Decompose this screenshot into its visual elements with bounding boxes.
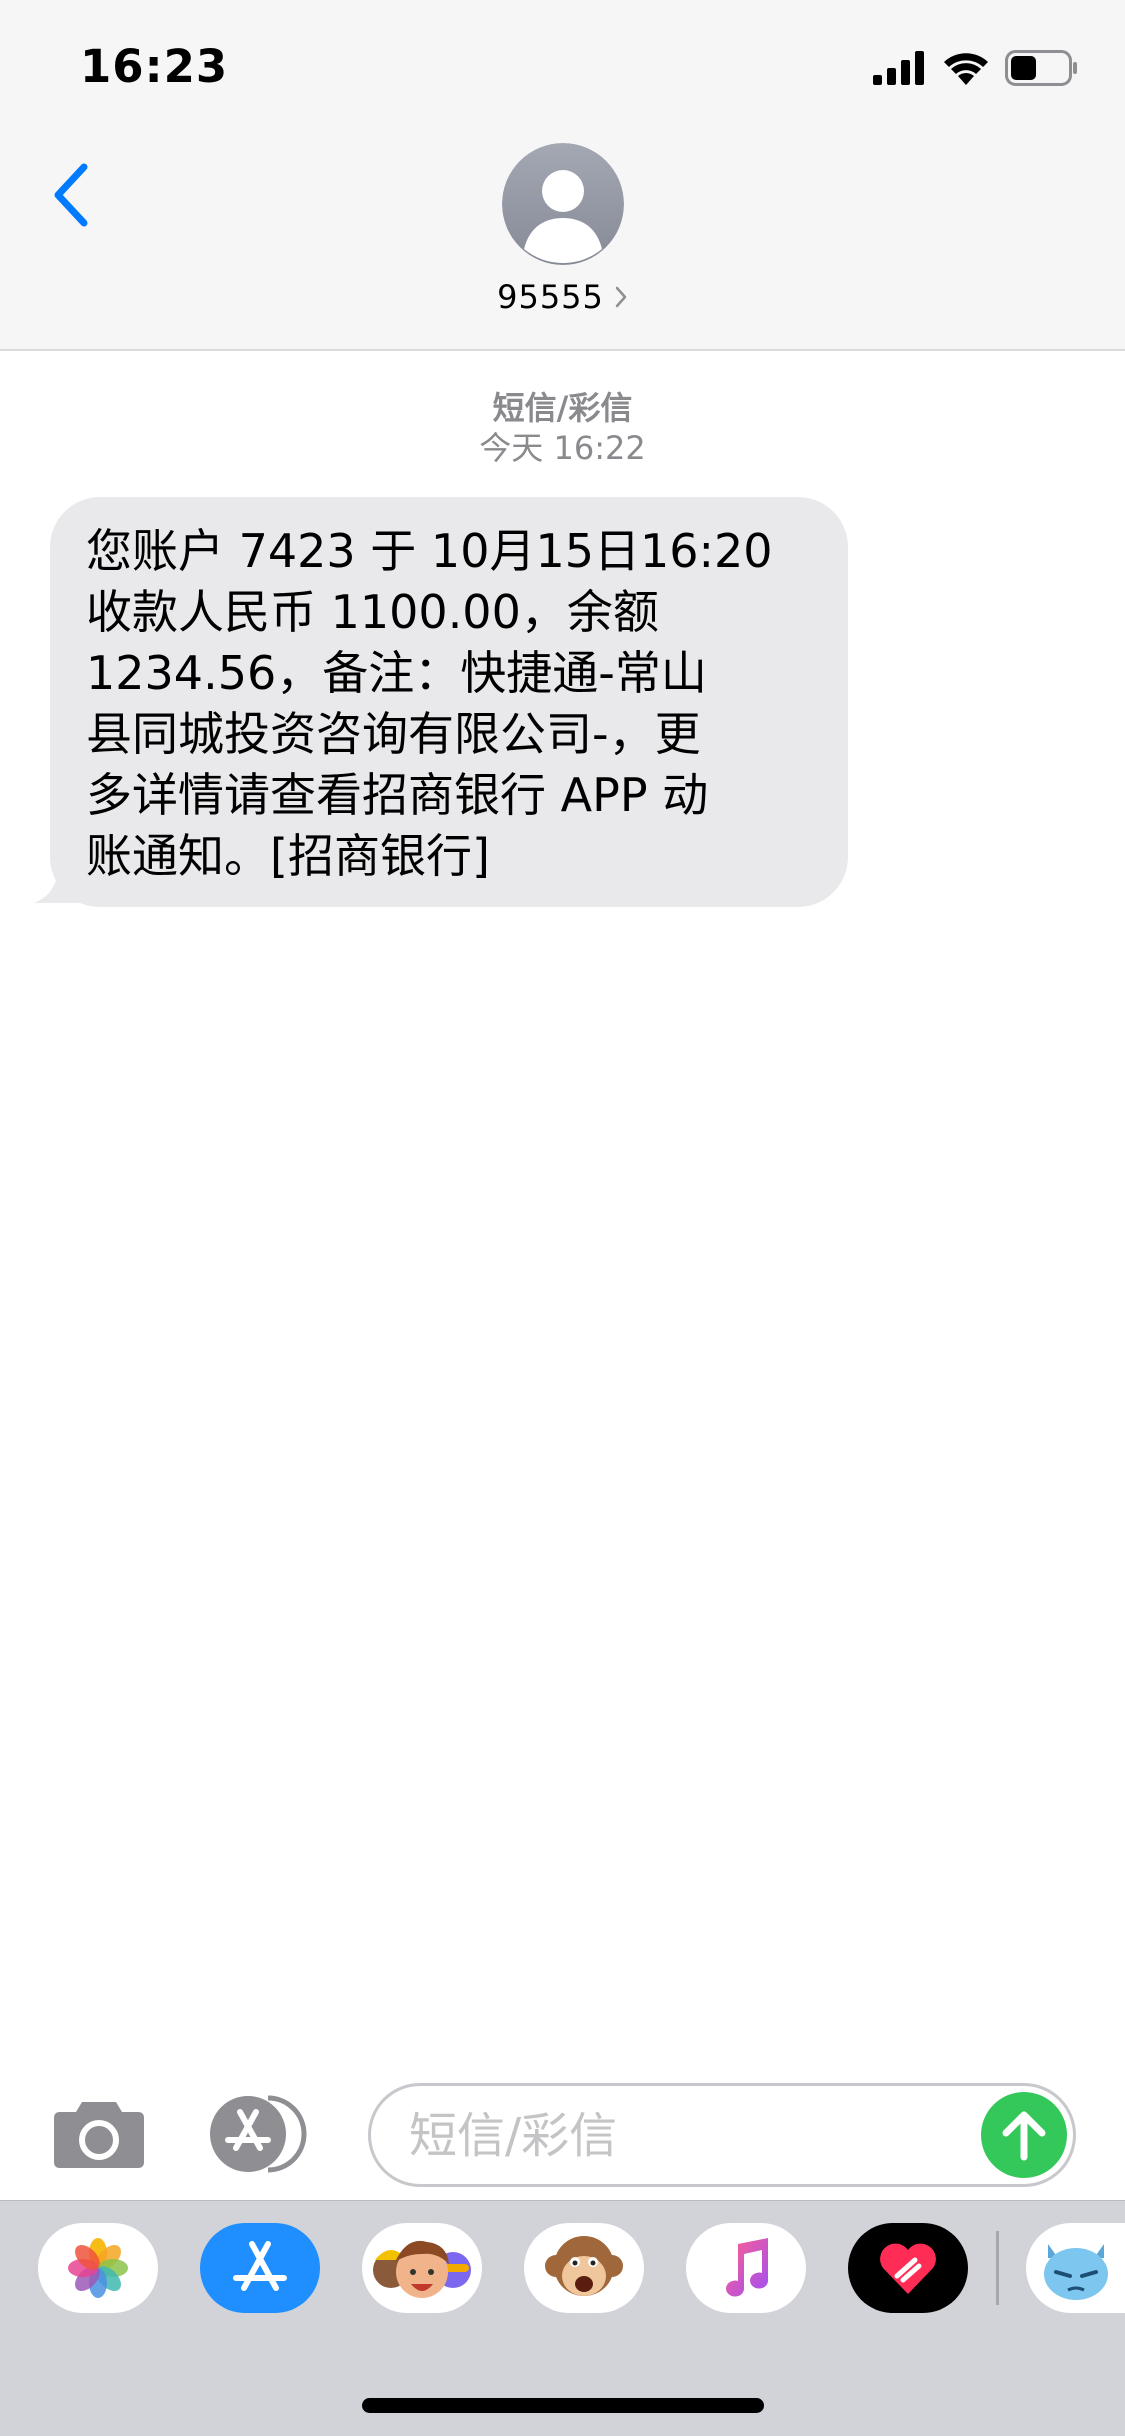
message-timestamp: 今天 16:22 bbox=[479, 429, 646, 467]
animoji-app-button[interactable] bbox=[524, 2223, 644, 2313]
message-meta: 短信/彩信 今天 16:22 bbox=[0, 388, 1125, 468]
wifi-icon bbox=[944, 53, 988, 85]
digital-touch-heart-icon bbox=[880, 2243, 936, 2294]
camera-icon bbox=[54, 2102, 144, 2168]
message-line: 多详情请查看招商银行 APP 动 bbox=[86, 768, 709, 822]
message-input[interactable] bbox=[407, 2104, 967, 2168]
app-store-icon bbox=[233, 2241, 287, 2291]
incoming-message[interactable]: 您账户 7423 于 10月15日16:20 收款人民币 1100.00，余额 … bbox=[30, 497, 848, 907]
animoji-alien-icon bbox=[1043, 2244, 1108, 2300]
back-button[interactable] bbox=[40, 150, 100, 240]
message-line: 县同城投资咨询有限公司-，更 bbox=[86, 707, 701, 761]
status-icons bbox=[873, 48, 1079, 88]
message-bubble: 您账户 7423 于 10月15日16:20 收款人民币 1100.00，余额 … bbox=[50, 497, 848, 907]
message-line: 收款人民币 1100.00，余额 bbox=[86, 585, 659, 639]
message-line: 1234.56，备注：快捷通-常山 bbox=[86, 646, 707, 700]
chevron-left-icon bbox=[54, 163, 88, 227]
apps-button[interactable] bbox=[208, 2094, 318, 2174]
memoji-app-button[interactable] bbox=[362, 2223, 482, 2313]
animoji-alien-app-button[interactable] bbox=[1026, 2223, 1125, 2313]
camera-button[interactable] bbox=[52, 2098, 146, 2170]
app-store-app-button[interactable] bbox=[200, 2223, 320, 2313]
drawer-divider bbox=[996, 2231, 999, 2305]
cellular-signal-icon bbox=[873, 51, 924, 85]
animoji-monkey-icon bbox=[545, 2236, 623, 2296]
contact-name: 95555 bbox=[497, 278, 604, 316]
conversation-header: 16:23 95555 bbox=[0, 0, 1125, 351]
service-type-label: 短信/彩信 bbox=[492, 389, 633, 427]
message-field[interactable] bbox=[368, 2083, 1076, 2187]
digital-touch-app-button[interactable] bbox=[848, 2223, 968, 2313]
memoji-icon bbox=[373, 2240, 471, 2298]
music-icon bbox=[726, 2238, 769, 2297]
app-store-icon bbox=[210, 2095, 307, 2173]
message-line: 账通知。[招商银行] bbox=[86, 829, 490, 883]
person-icon bbox=[502, 143, 624, 265]
send-arrow-up-icon bbox=[1002, 2111, 1046, 2161]
photos-app-button[interactable] bbox=[38, 2223, 158, 2313]
message-line: 您账户 7423 于 10月15日16:20 bbox=[86, 524, 773, 578]
contact-details-link[interactable]: 95555 bbox=[0, 278, 1125, 316]
home-indicator[interactable] bbox=[362, 2398, 764, 2413]
photos-icon bbox=[68, 2238, 128, 2298]
battery-icon bbox=[1005, 50, 1077, 86]
chevron-right-icon bbox=[615, 286, 627, 308]
contact-avatar[interactable] bbox=[502, 143, 624, 265]
music-app-button[interactable] bbox=[686, 2223, 806, 2313]
send-button[interactable] bbox=[981, 2092, 1067, 2178]
status-time: 16:23 bbox=[80, 40, 229, 93]
